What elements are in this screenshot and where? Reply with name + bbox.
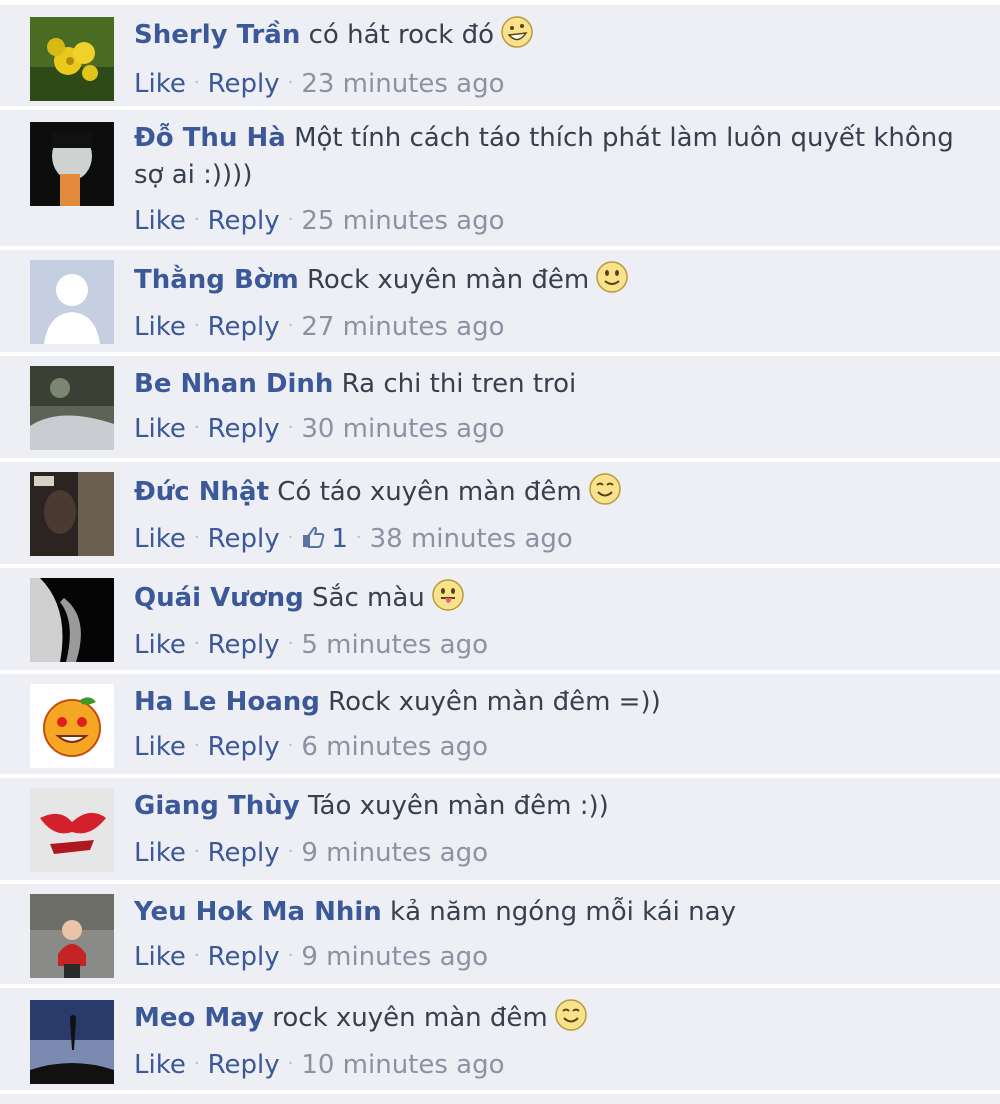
comment-actions: Like · Reply · 9 minutes ago bbox=[134, 942, 488, 972]
timestamp[interactable]: 38 minutes ago bbox=[370, 524, 573, 554]
comment-actions: Like · Reply · 30 minutes ago bbox=[134, 414, 505, 444]
timestamp[interactable]: 5 minutes ago bbox=[301, 630, 488, 660]
comment-body: Meo May rock xuyên màn đêm bbox=[134, 998, 960, 1037]
like-count-value: 1 bbox=[331, 524, 348, 554]
timestamp[interactable]: 27 minutes ago bbox=[301, 312, 504, 342]
timestamp[interactable]: 9 minutes ago bbox=[301, 838, 488, 868]
comment-text: Táo xuyên màn đêm :)) bbox=[307, 791, 609, 821]
avatar[interactable] bbox=[30, 122, 114, 206]
reply-link[interactable]: Reply bbox=[208, 206, 280, 236]
comment-actions: Like · Reply · 5 minutes ago bbox=[134, 630, 488, 660]
author-link[interactable]: Đức Nhật bbox=[134, 477, 269, 507]
comment-text: Rock xuyên màn đêm =)) bbox=[328, 687, 661, 717]
reply-link[interactable]: Reply bbox=[208, 312, 280, 342]
like-link[interactable]: Like bbox=[134, 524, 186, 554]
timestamp[interactable]: 6 minutes ago bbox=[301, 732, 488, 762]
comment-body: Yeu Hok Ma Nhin kả năm ngóng mỗi kái nay bbox=[134, 894, 960, 931]
reply-link[interactable]: Reply bbox=[208, 838, 280, 868]
avatar[interactable] bbox=[30, 366, 114, 450]
thumbs-up-icon bbox=[301, 525, 325, 549]
comment-text: Rock xuyên màn đêm bbox=[307, 265, 590, 295]
comment-item: Ha Le Hoang Rock xuyên màn đêm =)) Like ·… bbox=[0, 674, 1000, 778]
comment-list: Sherly Trần có hát rock đó Like · Reply · 23… bbox=[0, 0, 1000, 1104]
comment-text: Sắc màu bbox=[312, 583, 425, 613]
comment-body: Đức Nhật Có táo xuyên màn đêm bbox=[134, 472, 960, 511]
like-link[interactable]: Like bbox=[134, 732, 186, 762]
author-link[interactable]: Meo May bbox=[134, 1003, 264, 1033]
like-link[interactable]: Like bbox=[134, 69, 186, 99]
comment-actions: Like · Reply · 10 minutes ago bbox=[134, 1050, 505, 1080]
comment-text: Ra chi thi tren troi bbox=[341, 369, 577, 399]
timestamp[interactable]: 25 minutes ago bbox=[301, 206, 504, 236]
author-link[interactable]: Be Nhan Dinh bbox=[134, 369, 333, 399]
comment-text: rock xuyên màn đêm bbox=[272, 1003, 548, 1033]
reply-link[interactable]: Reply bbox=[208, 414, 280, 444]
comment-body: Giang Thùy Táo xuyên màn đêm :)) bbox=[134, 788, 960, 825]
reply-link[interactable]: Reply bbox=[208, 732, 280, 762]
author-link[interactable]: Yeu Hok Ma Nhin bbox=[134, 897, 382, 927]
comment-body: Sherly Trần có hát rock đó bbox=[134, 15, 960, 54]
comment-item: Be Nhan Dinh Ra chi thi tren troi Like · R… bbox=[0, 356, 1000, 462]
like-link[interactable]: Like bbox=[134, 630, 186, 660]
comment-body: Ha Le Hoang Rock xuyên màn đêm =)) bbox=[134, 684, 960, 721]
comment-actions: Like · Reply · 25 minutes ago bbox=[134, 206, 505, 236]
reply-link[interactable]: Reply bbox=[208, 524, 280, 554]
timestamp[interactable]: 23 minutes ago bbox=[301, 69, 504, 99]
like-count[interactable]: 1 bbox=[301, 524, 348, 554]
comment-item: Meo May rock xuyên màn đêm Like · Reply · 10… bbox=[0, 988, 1000, 1094]
comment-item: Yeu Hok Ma Nhin kả năm ngóng mỗi kái nay… bbox=[0, 884, 1000, 988]
like-link[interactable]: Like bbox=[134, 942, 186, 972]
tongue-icon bbox=[431, 578, 465, 612]
like-link[interactable]: Like bbox=[134, 838, 186, 868]
content-smile-icon bbox=[554, 998, 588, 1032]
comment-body: Quái Vương Sắc màu bbox=[134, 578, 960, 617]
author-link[interactable]: Giang Thùy bbox=[134, 791, 300, 821]
like-link[interactable]: Like bbox=[134, 1050, 186, 1080]
comment-item: Giang Thùy Táo xuyên màn đêm :)) Like · Re… bbox=[0, 778, 1000, 884]
timestamp[interactable]: 9 minutes ago bbox=[301, 942, 488, 972]
author-link[interactable]: Sherly Trần bbox=[134, 20, 300, 50]
comment-actions: Like · Reply · 9 minutes ago bbox=[134, 838, 488, 868]
avatar[interactable] bbox=[30, 260, 114, 344]
comment-text: kả năm ngóng mỗi kái nay bbox=[390, 897, 736, 927]
author-link[interactable]: Quái Vương bbox=[134, 583, 304, 613]
comment-text: có hát rock đó bbox=[308, 20, 495, 50]
comment-actions: Like · Reply · 23 minutes ago bbox=[134, 69, 505, 99]
avatar[interactable] bbox=[30, 1000, 114, 1084]
comment-item: Đỗ Thu Hà Một tính cách táo thích phát l… bbox=[0, 110, 1000, 250]
comment-actions: Like · Reply · 1 · 38 minutes ago bbox=[134, 524, 573, 554]
smile-icon bbox=[595, 260, 629, 294]
author-link[interactable]: Thằng Bờm bbox=[134, 265, 299, 295]
reply-link[interactable]: Reply bbox=[208, 942, 280, 972]
like-link[interactable]: Like bbox=[134, 414, 186, 444]
timestamp[interactable]: 10 minutes ago bbox=[301, 1050, 504, 1080]
avatar[interactable] bbox=[30, 578, 114, 662]
like-link[interactable]: Like bbox=[134, 312, 186, 342]
comment-item: Sherly Trần có hát rock đó Like · Reply · 23… bbox=[0, 5, 1000, 110]
comment-actions: Like · Reply · 6 minutes ago bbox=[134, 732, 488, 762]
content-smile-icon bbox=[588, 472, 622, 506]
comment-text: Có táo xuyên màn đêm bbox=[277, 477, 582, 507]
avatar[interactable] bbox=[30, 17, 114, 101]
comment-item: Đức Nhật Có táo xuyên màn đêm Like · Reply… bbox=[0, 462, 1000, 568]
comment-actions: Like · Reply · 27 minutes ago bbox=[134, 312, 505, 342]
timestamp[interactable]: 30 minutes ago bbox=[301, 414, 504, 444]
comment-item: Thằng Bờm Rock xuyên màn đêm Like · Reply ·… bbox=[0, 250, 1000, 356]
comment-body: Be Nhan Dinh Ra chi thi tren troi bbox=[134, 366, 960, 403]
comment-body: Thằng Bờm Rock xuyên màn đêm bbox=[134, 260, 960, 299]
author-link[interactable]: Ha Le Hoang bbox=[134, 687, 320, 717]
avatar[interactable] bbox=[30, 684, 114, 768]
grin-icon bbox=[500, 15, 534, 49]
comment-body: Đỗ Thu Hà Một tính cách táo thích phát l… bbox=[134, 120, 960, 194]
reply-link[interactable]: Reply bbox=[208, 69, 280, 99]
avatar[interactable] bbox=[30, 788, 114, 872]
reply-link[interactable]: Reply bbox=[208, 630, 280, 660]
avatar[interactable] bbox=[30, 472, 114, 556]
avatar[interactable] bbox=[30, 894, 114, 978]
comment-item: Quái Vương Sắc màu Like · Reply · 5 minutes … bbox=[0, 568, 1000, 674]
author-link[interactable]: Đỗ Thu Hà bbox=[134, 123, 286, 153]
reply-link[interactable]: Reply bbox=[208, 1050, 280, 1080]
like-link[interactable]: Like bbox=[134, 206, 186, 236]
